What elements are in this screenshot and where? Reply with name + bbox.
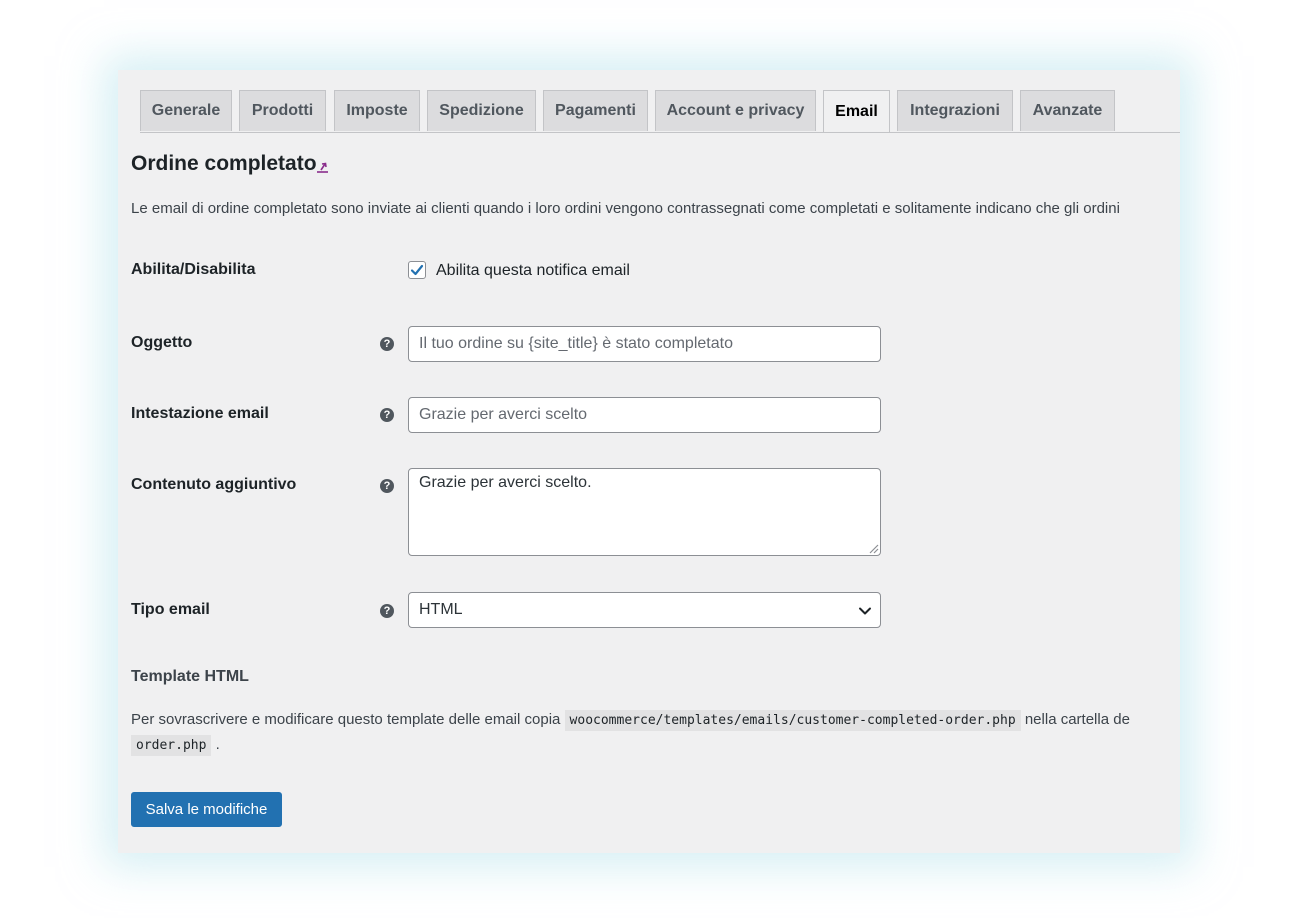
page-title: Ordine completato <box>131 152 317 175</box>
template-text-before: Per sovrascrivere e modificare questo te… <box>131 711 561 728</box>
tab-avanzate[interactable]: Avanzate <box>1020 90 1115 131</box>
settings-panel: Generale Prodotti Imposte Spedizione Pag… <box>118 70 1180 853</box>
help-icon[interactable]: ? <box>380 604 394 618</box>
additional-content-label: Contenuto aggiuntivo <box>131 476 297 493</box>
return-up-icon[interactable] <box>315 159 331 175</box>
enable-checkbox-label[interactable]: Abilita questa notifica email <box>436 262 630 280</box>
tab-email[interactable]: Email <box>823 90 890 132</box>
save-changes-button[interactable]: Salva le modifiche <box>131 792 282 827</box>
tab-prodotti[interactable]: Prodotti <box>239 90 326 131</box>
template-path-code: woocommerce/templates/emails/customer-co… <box>564 710 1021 731</box>
template-text-end: . <box>215 736 220 753</box>
help-icon[interactable]: ? <box>380 337 394 351</box>
heading-input[interactable] <box>408 397 881 433</box>
page-description: Le email di ordine completato sono invia… <box>131 200 1120 217</box>
tab-account-privacy[interactable]: Account e privacy <box>655 90 816 131</box>
tab-imposte[interactable]: Imposte <box>334 90 420 131</box>
tab-integrazioni[interactable]: Integrazioni <box>897 90 1013 131</box>
enable-label: Abilita/Disabilita <box>131 261 256 278</box>
email-type-value: HTML <box>419 601 463 618</box>
additional-content-wrapper: Grazie per averci scelto. <box>408 468 881 556</box>
tab-pagamenti[interactable]: Pagamenti <box>543 90 648 131</box>
tab-generale[interactable]: Generale <box>140 90 232 131</box>
template-text-after: nella cartella de <box>1024 711 1130 728</box>
template-section-title: Template HTML <box>131 668 249 685</box>
enable-checkbox[interactable] <box>408 261 426 279</box>
resize-handle-icon[interactable] <box>867 542 879 554</box>
help-icon[interactable]: ? <box>380 408 394 422</box>
subject-label: Oggetto <box>131 334 193 351</box>
chevron-down-icon <box>859 607 871 615</box>
settings-tabs: Generale Prodotti Imposte Spedizione Pag… <box>140 90 1180 133</box>
email-type-select[interactable]: HTML <box>408 592 881 628</box>
email-type-label: Tipo email <box>131 601 210 618</box>
template-file-code: order.php <box>131 735 212 756</box>
checkmark-icon <box>410 264 424 276</box>
subject-input[interactable] <box>408 326 881 362</box>
template-instructions: Per sovrascrivere e modificare questo te… <box>131 708 1180 758</box>
tab-spedizione[interactable]: Spedizione <box>427 90 536 131</box>
heading-label: Intestazione email <box>131 405 269 422</box>
help-icon[interactable]: ? <box>380 479 394 493</box>
additional-content-textarea[interactable]: Grazie per averci scelto. <box>408 468 881 556</box>
